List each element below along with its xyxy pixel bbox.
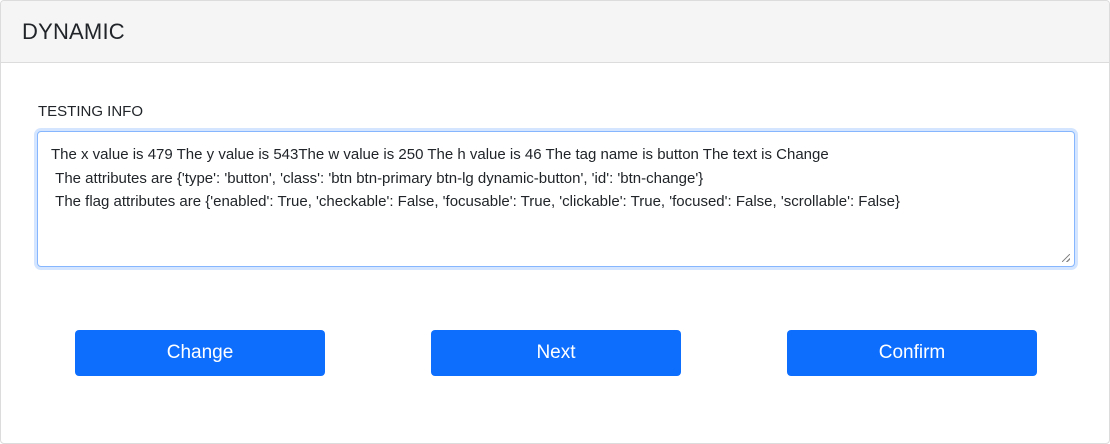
page-title: DYNAMIC [22,18,125,44]
resize-grip-icon [1062,254,1070,262]
card-header: DYNAMIC [1,1,1109,63]
testing-info-label: TESTING INFO [38,103,143,120]
next-button[interactable]: Next [431,330,681,376]
dynamic-card: DYNAMIC TESTING INFO The x value is 479 … [0,0,1110,444]
change-button[interactable]: Change [75,330,325,376]
confirm-button[interactable]: Confirm [787,330,1037,376]
testing-info-textarea[interactable]: The x value is 479 The y value is 543The… [37,131,1075,267]
textarea-resize-grip[interactable] [1062,254,1073,265]
